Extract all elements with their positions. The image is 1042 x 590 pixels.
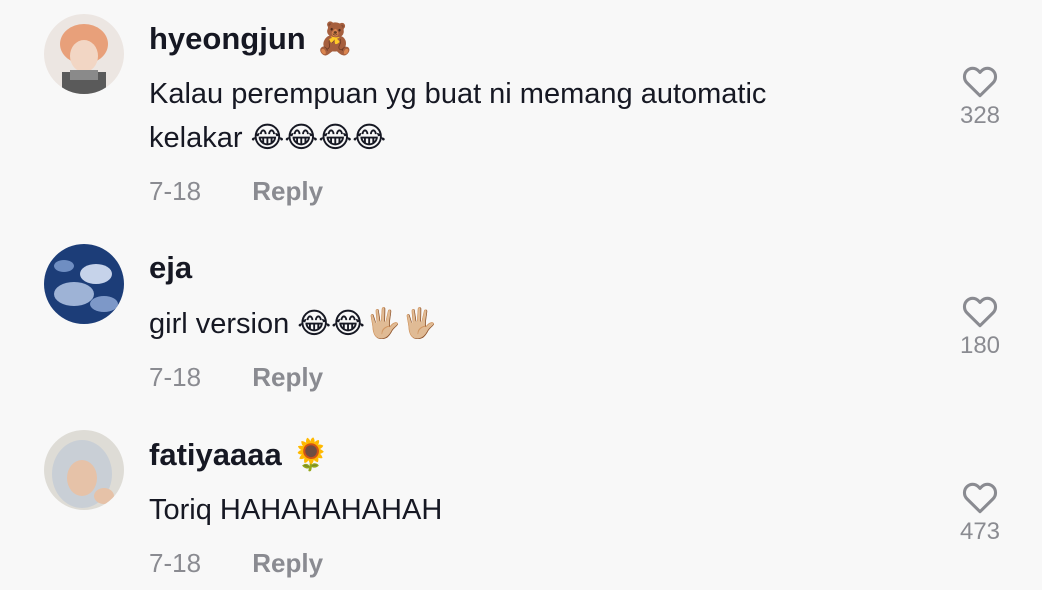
username[interactable]: eja (149, 250, 192, 286)
comment-meta: 7-18 Reply (149, 548, 323, 579)
comment-text: Toriq HAHAHAHAHAH (149, 494, 443, 526)
comment-date: 7-18 (149, 548, 202, 578)
like-control[interactable]: 328 (945, 64, 1015, 130)
username-text[interactable]: fatiyaaaa (149, 437, 282, 473)
comment-date: 7-18 (149, 176, 202, 206)
avatar[interactable] (44, 244, 124, 324)
reply-button[interactable]: Reply (252, 548, 323, 578)
heart-outline-icon[interactable] (961, 480, 999, 514)
avatar[interactable] (44, 430, 124, 510)
avatar[interactable] (44, 14, 124, 94)
comment-text: Kalau perempuan yg buat ni memang automa… (149, 78, 767, 154)
comment-meta: 7-18 Reply (149, 176, 323, 207)
username-text[interactable]: eja (149, 250, 192, 286)
heart-outline-icon[interactable] (961, 294, 999, 328)
like-control[interactable]: 473 (945, 480, 1015, 546)
comment-date: 7-18 (149, 362, 202, 392)
reply-button[interactable]: Reply (252, 176, 323, 206)
username-text[interactable]: hyeongjun (149, 21, 306, 57)
username[interactable]: hyeongjun 🧸 (149, 20, 355, 58)
like-count: 473 (959, 518, 1001, 545)
username[interactable]: fatiyaaaa 🌻 (149, 436, 331, 474)
like-count: 180 (959, 332, 1001, 359)
heart-outline-icon[interactable] (961, 64, 999, 98)
like-control[interactable]: 180 (945, 294, 1015, 360)
like-count: 328 (959, 102, 1001, 129)
reply-button[interactable]: Reply (252, 362, 323, 392)
sunflower-emoji: 🌻 (291, 437, 331, 473)
comment-text: girl version 😂😂🖐🏼🖐🏼 (149, 308, 438, 340)
teddy-bear-emoji: 🧸 (315, 21, 355, 57)
comment-meta: 7-18 Reply (149, 362, 323, 393)
